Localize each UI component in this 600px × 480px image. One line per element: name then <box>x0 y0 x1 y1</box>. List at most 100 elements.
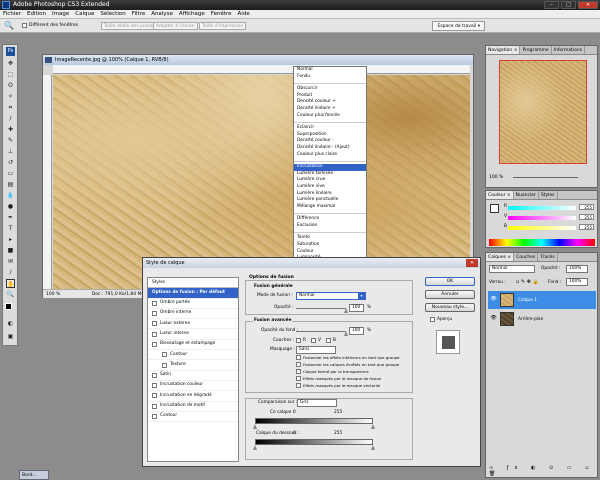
cancel-button[interactable]: Annuler <box>425 290 475 299</box>
menu-calque[interactable]: Calque <box>75 10 94 18</box>
style-checkbox[interactable] <box>152 300 157 306</box>
style-item[interactable]: Biseautage et estampage <box>148 340 238 351</box>
tab-traces[interactable]: Tracés <box>538 253 558 261</box>
blend-mode-option[interactable]: Densité linéaire - (Ajout) <box>294 145 366 152</box>
channel-r-checkbox[interactable] <box>296 338 301 343</box>
style-item[interactable]: Incrustation de motif <box>148 402 238 412</box>
style-checkbox[interactable] <box>152 372 157 378</box>
visibility-eye-icon[interactable]: 👁 <box>490 296 497 303</box>
blend-mode-option[interactable]: Différence <box>294 216 366 223</box>
under-layer-gradient[interactable] <box>255 439 373 445</box>
dodge-tool-icon[interactable]: ● <box>6 202 15 211</box>
advanced-option-checkbox[interactable] <box>296 362 301 367</box>
visibility-eye-icon[interactable]: 👁 <box>490 315 497 322</box>
ruler-vertical[interactable] <box>43 75 52 289</box>
gradient-tool-icon[interactable]: ▤ <box>6 180 15 189</box>
style-item[interactable]: Ombre interne <box>148 309 238 320</box>
blend-mode-option[interactable]: Fondu <box>294 74 366 81</box>
opacity-slider[interactable] <box>296 308 346 309</box>
color-spectrum[interactable] <box>489 239 595 246</box>
layers-footer-icons[interactable]: ∞ ƒx ◐ ⊙ ▭ ▫ 🗑 <box>489 465 595 477</box>
slice-tool-icon[interactable]: ∕ <box>6 114 15 123</box>
eraser-tool-icon[interactable]: ▭ <box>6 169 15 178</box>
v-slider[interactable] <box>508 216 576 220</box>
path-select-icon[interactable]: ▸ <box>6 235 15 244</box>
type-tool-icon[interactable]: T <box>6 224 15 233</box>
menu-fenetre[interactable]: Fenêtre <box>211 10 232 18</box>
style-item[interactable]: Contour <box>148 412 238 423</box>
style-checkbox[interactable] <box>152 311 157 317</box>
zoom-tool-small-icon[interactable]: 🔍 <box>6 290 15 299</box>
advanced-option-checkbox[interactable] <box>296 369 301 374</box>
brush-tool-icon[interactable]: ✎ <box>6 136 15 145</box>
b-value[interactable]: 255 <box>579 224 594 230</box>
menu-affichage[interactable]: Affichage <box>179 10 205 18</box>
real-pixels-button[interactable]: Taille réelle des pixels <box>101 22 157 30</box>
style-checkbox[interactable] <box>152 393 157 399</box>
tab-informations[interactable]: Informations <box>552 46 586 54</box>
eyedropper-icon[interactable]: ∕ <box>6 268 15 277</box>
layer-row-background[interactable]: 👁 Arrière-plan <box>488 310 596 328</box>
color-fg-swatch[interactable] <box>490 204 499 213</box>
navigator-thumbnail[interactable] <box>499 60 587 164</box>
blend-mode-option[interactable]: Couleur plus claire <box>294 152 366 159</box>
new-style-button[interactable]: Nouveau style... <box>425 303 475 312</box>
tab-nuancier[interactable]: Nuancier <box>514 191 539 199</box>
b-slider[interactable] <box>508 226 576 230</box>
chevron-down-icon[interactable]: ▾ <box>358 293 365 299</box>
tab-navigation[interactable]: Navigation × <box>486 46 521 54</box>
advanced-option-checkbox[interactable] <box>296 355 301 360</box>
layer-row-calque1[interactable]: 👁 Calque 1 <box>488 291 596 309</box>
layer-name[interactable]: Calque 1 <box>518 298 537 303</box>
channel-v-checkbox[interactable] <box>311 338 316 343</box>
advanced-option-checkbox[interactable] <box>296 376 301 381</box>
move-tool-icon[interactable]: ✥ <box>6 59 15 68</box>
blend-mode-option[interactable]: Densité couleur + <box>294 99 366 106</box>
r-slider[interactable] <box>508 206 576 210</box>
blend-mode-option[interactable]: Incrustation <box>294 164 366 171</box>
shape-tool-icon[interactable]: ■ <box>6 246 15 255</box>
preview-checkbox[interactable] <box>430 317 435 322</box>
maximize-icon[interactable]: □ <box>561 1 576 9</box>
navigator-zoom-value[interactable]: 100 % <box>489 175 503 180</box>
menu-edition[interactable]: Edition <box>27 10 46 18</box>
style-item[interactable]: Ombre portée <box>148 299 238 309</box>
style-item[interactable]: Options de fusion : Par défaut <box>148 288 238 299</box>
navigator-zoom-slider[interactable] <box>513 177 578 178</box>
blend-mode-option[interactable]: Densité linéaire + <box>294 106 366 113</box>
tab-couches[interactable]: Couches <box>514 253 539 261</box>
fill-opacity-slider[interactable] <box>296 331 346 332</box>
crop-tool-icon[interactable]: ⌗ <box>6 103 15 112</box>
styles-header[interactable]: Styles <box>148 278 238 289</box>
foreground-color-swatch[interactable] <box>5 303 12 310</box>
style-checkbox[interactable] <box>162 362 167 368</box>
menu-image[interactable]: Image <box>52 10 69 18</box>
minimize-icon[interactable]: – <box>544 1 559 9</box>
screen-mode-icon[interactable]: ▣ <box>6 332 15 341</box>
style-checkbox[interactable] <box>152 331 157 337</box>
style-item[interactable]: Incrustation couleur <box>148 381 238 392</box>
blend-mode-option[interactable]: Lumière vive <box>294 184 366 191</box>
layer-name[interactable]: Arrière-plan <box>518 317 543 322</box>
zoom-level[interactable]: 100 % <box>46 292 60 297</box>
v-value[interactable]: 255 <box>579 214 594 220</box>
blend-if-select[interactable]: Gris <box>297 399 337 407</box>
this-layer-gradient[interactable] <box>255 418 373 424</box>
knockout-select[interactable]: Sans <box>296 346 336 354</box>
tab-styles[interactable]: Styles <box>539 191 558 199</box>
magic-wand-icon[interactable]: ✧ <box>6 92 15 101</box>
style-item[interactable]: Incrustation en dégradé <box>148 391 238 402</box>
layer-blend-mode[interactable]: Normal <box>489 265 535 273</box>
tab-calques[interactable]: Calques × <box>486 253 515 261</box>
marquee-tool-icon[interactable]: ⬚ <box>6 70 15 79</box>
style-item[interactable]: Lueur interne <box>148 329 238 340</box>
tab-programme[interactable]: Programme <box>520 46 552 54</box>
blend-mode-option[interactable]: Densité couleur - <box>294 138 366 145</box>
blend-mode-option[interactable]: Lumière crue <box>294 177 366 184</box>
menu-selection[interactable]: Sélection <box>100 10 125 18</box>
history-brush-icon[interactable]: ↺ <box>6 158 15 167</box>
windows-checkbox[interactable] <box>22 23 27 28</box>
style-item[interactable]: Satin <box>148 371 238 381</box>
menu-filtre[interactable]: Filtre <box>132 10 146 18</box>
blend-mode-option[interactable]: Mélange maximal <box>294 204 366 211</box>
